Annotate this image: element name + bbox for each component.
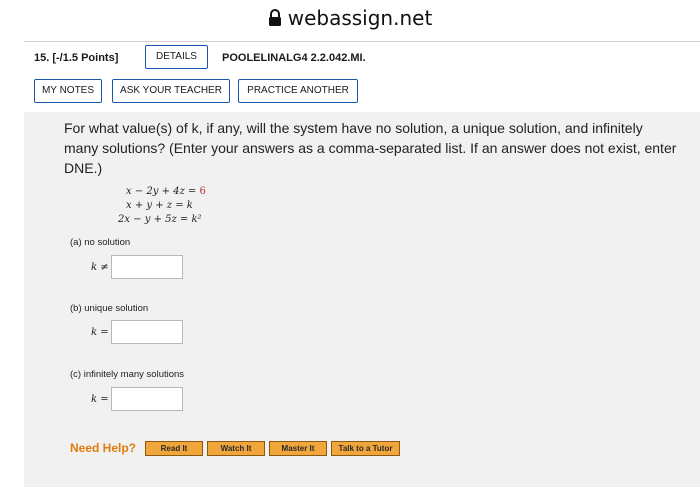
- ask-your-teacher-button[interactable]: ASK YOUR TEACHER: [112, 79, 230, 103]
- part-a-label: (a) no solution: [70, 237, 131, 248]
- equation-lhs: 2x − y + 5z =: [118, 214, 189, 225]
- url-text: webassign.net: [287, 6, 433, 30]
- question-prompt: For what value(s) of k, if any, will the…: [64, 120, 677, 176]
- lock-icon: [268, 9, 281, 26]
- master-it-button[interactable]: Master It: [269, 441, 327, 456]
- need-help-label: Need Help?: [70, 441, 137, 455]
- equation-lhs: x − 2y + 4z =: [126, 186, 197, 197]
- part-b-label: (b) unique solution: [70, 303, 149, 314]
- question-number-points: 15. [-/1.5 Points]: [34, 52, 119, 64]
- details-button[interactable]: DETAILS: [145, 45, 208, 69]
- talk-to-tutor-button[interactable]: Talk to a Tutor: [331, 441, 400, 456]
- equation-lhs: x + y + z =: [126, 200, 184, 211]
- part-b-k-label: k =: [91, 327, 109, 338]
- watch-it-button[interactable]: Watch It: [207, 441, 265, 456]
- part-a-answer-input[interactable]: [111, 255, 183, 279]
- part-a-k-label: k ≠: [91, 262, 109, 273]
- read-it-button[interactable]: Read It: [145, 441, 203, 456]
- equation-rhs: 6: [199, 186, 206, 197]
- equation-row: 2x − y + 5z = k²: [118, 214, 202, 225]
- equation-rhs: k: [186, 200, 193, 211]
- address-url[interactable]: webassign.net: [0, 6, 700, 30]
- divider: [24, 41, 700, 42]
- equation-row: x + y + z = k: [126, 200, 193, 211]
- equation-rhs: k²: [191, 214, 202, 225]
- practice-another-button[interactable]: PRACTICE ANOTHER: [238, 79, 358, 103]
- part-c-answer-input[interactable]: [111, 387, 183, 411]
- part-b-answer-input[interactable]: [111, 320, 183, 344]
- my-notes-button[interactable]: MY NOTES: [34, 79, 102, 103]
- part-c-label: (c) infinitely many solutions: [70, 369, 185, 380]
- equation-row: x − 2y + 4z = 6: [126, 186, 206, 197]
- browser-address-bar[interactable]: webassign.net: [0, 0, 700, 40]
- part-c-k-label: k =: [91, 394, 109, 405]
- question-code: POOLELINALG4 2.2.042.MI.: [222, 52, 366, 64]
